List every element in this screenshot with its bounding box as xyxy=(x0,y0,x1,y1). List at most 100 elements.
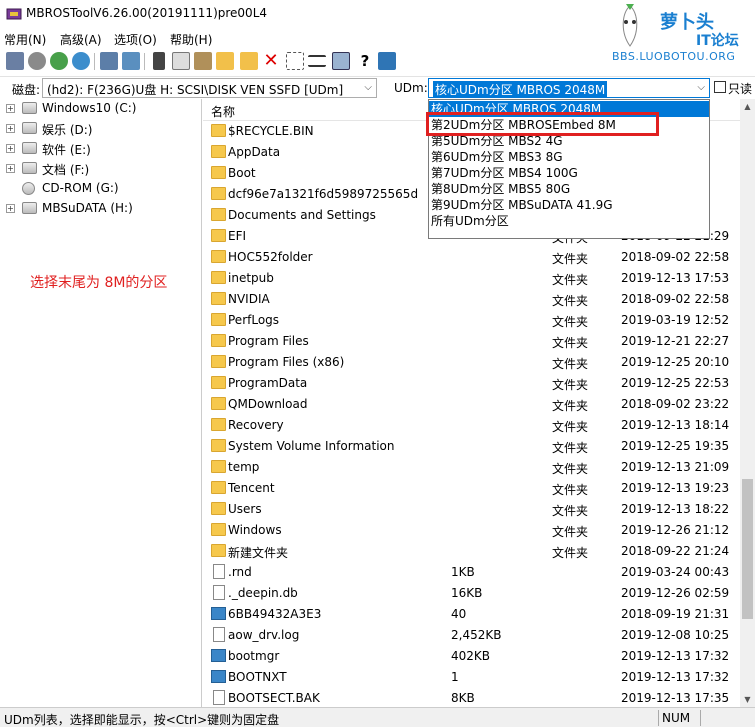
file-date: 2019-12-08 10:25 xyxy=(621,628,730,642)
expand-icon[interactable]: + xyxy=(6,124,15,133)
help-icon[interactable]: ? xyxy=(356,52,374,70)
scroll-up-icon[interactable]: ▲ xyxy=(740,99,755,114)
drive-icon xyxy=(22,142,37,154)
menu-options[interactable]: 选项(O) xyxy=(114,31,157,48)
file-name: AppData xyxy=(228,145,281,159)
file-row[interactable]: QMDownload 文件夹 2018-09-02 23:22 xyxy=(203,394,740,415)
column-header-name[interactable]: 名称 xyxy=(211,103,235,120)
file-type: 文件夹 xyxy=(552,378,589,392)
tree-item-h[interactable]: + MBSuDATA (H:) xyxy=(0,199,200,219)
paste-icon[interactable] xyxy=(194,52,212,70)
file-row[interactable]: BOOTNXT 1 2019-12-13 17:32 xyxy=(203,667,740,688)
scroll-down-icon[interactable]: ▼ xyxy=(740,692,755,707)
file-name: aow_drv.log xyxy=(228,628,300,642)
folder-icon xyxy=(211,334,226,347)
select-icon[interactable] xyxy=(286,52,304,70)
disk-select[interactable]: (hd2): F(236G)U盘 H: SCSI\DISK VEN SSFD [… xyxy=(42,78,377,98)
file-type: 文件夹 xyxy=(552,315,589,329)
disk-icon[interactable] xyxy=(6,52,24,70)
disk-select-value: (hd2): F(236G)U盘 H: SCSI\DISK VEN SSFD [… xyxy=(47,83,344,97)
list-view-icon[interactable] xyxy=(308,55,326,67)
menu-common[interactable]: 常用(N) xyxy=(4,31,46,48)
status-separator xyxy=(700,710,701,726)
refresh-icon[interactable] xyxy=(50,52,68,70)
file-size: 1 xyxy=(451,670,459,684)
settings-icon[interactable] xyxy=(28,52,46,70)
file-type: 文件夹 xyxy=(552,294,589,308)
file-row[interactable]: System Volume Information 文件夹 2019-12-25 1… xyxy=(203,436,740,457)
file-row[interactable]: Windows 文件夹 2019-12-26 21:12 xyxy=(203,520,740,541)
chevron-down-icon: ⌵ xyxy=(364,82,372,93)
expand-icon[interactable]: + xyxy=(6,204,15,213)
file-row[interactable]: Users 文件夹 2019-12-13 18:22 xyxy=(203,499,740,520)
file-name: Users xyxy=(228,502,262,516)
file-name: PerfLogs xyxy=(228,313,280,327)
delete-icon[interactable]: ✕ xyxy=(262,52,280,70)
numlock-indicator: NUM xyxy=(662,711,691,725)
file-row[interactable]: ._deepin.db 16KB 2019-12-26 02:59 xyxy=(203,583,740,604)
logo-url: BBS.LUOBOTOU.ORG xyxy=(612,50,736,63)
file-row[interactable]: bootmgr 402KB 2019-12-13 17:32 xyxy=(203,646,740,667)
cut-icon[interactable] xyxy=(153,52,165,70)
system-file-icon xyxy=(211,670,226,683)
file-name: inetpub xyxy=(228,271,274,285)
udm-option[interactable]: 所有UDm分区 xyxy=(429,213,709,229)
folder-icon xyxy=(211,439,226,452)
file-size: 402KB xyxy=(451,649,491,663)
file-row[interactable]: Program Files 文件夹 2019-12-21 22:27 xyxy=(203,331,740,352)
file-row[interactable]: NVIDIA 文件夹 2018-09-02 22:58 xyxy=(203,289,740,310)
file-row[interactable]: .rnd 1KB 2019-03-24 00:43 xyxy=(203,562,740,583)
file-row[interactable]: ProgramData 文件夹 2019-12-25 22:53 xyxy=(203,373,740,394)
up-folder-icon[interactable] xyxy=(216,52,234,70)
vertical-scrollbar[interactable]: ▲ ▼ xyxy=(740,99,755,707)
expand-icon[interactable]: + xyxy=(6,144,15,153)
menu-advanced[interactable]: 高级(A) xyxy=(60,31,102,48)
copy-icon[interactable] xyxy=(172,52,190,70)
udm-select[interactable]: 核心UDm分区 MBROS 2048M ⌵ xyxy=(428,78,710,98)
file-size: 40 xyxy=(451,607,467,621)
udm-option[interactable]: 第6UDm分区 MBS3 8G xyxy=(429,149,709,165)
udm-option[interactable]: 第8UDm分区 MBS5 80G xyxy=(429,181,709,197)
file-date: 2018-09-19 21:31 xyxy=(621,607,730,621)
new-folder-icon[interactable] xyxy=(240,52,258,70)
details-view-icon[interactable] xyxy=(332,52,350,70)
file-name: Documents and Settings xyxy=(228,208,376,222)
file-row[interactable]: BOOTSECT.BAK 8KB 2019-12-13 17:35 xyxy=(203,688,740,707)
window-icon[interactable] xyxy=(100,52,118,70)
file-row[interactable]: PerfLogs 文件夹 2019-03-19 12:52 xyxy=(203,310,740,331)
folder-icon xyxy=(211,523,226,536)
expand-icon[interactable]: + xyxy=(6,164,15,173)
udm-option[interactable]: 第7UDm分区 MBS4 100G xyxy=(429,165,709,181)
menu-help[interactable]: 帮助(H) xyxy=(170,31,212,48)
file-type: 文件夹 xyxy=(552,336,589,350)
file-name: Program Files (x86) xyxy=(228,355,345,369)
file-type: 文件夹 xyxy=(552,525,589,539)
file-row[interactable]: Recovery 文件夹 2019-12-13 18:14 xyxy=(203,415,740,436)
folder-icon xyxy=(211,124,226,137)
tree-item-f[interactable]: + 文档 (F:) xyxy=(0,159,200,179)
tree-item-e[interactable]: + 软件 (E:) xyxy=(0,139,200,159)
file-row[interactable]: temp 文件夹 2019-12-13 21:09 xyxy=(203,457,740,478)
exit-icon[interactable] xyxy=(378,52,396,70)
file-row[interactable]: Tencent 文件夹 2019-12-13 19:23 xyxy=(203,478,740,499)
file-date: 2019-12-21 22:27 xyxy=(621,334,730,348)
scroll-thumb[interactable] xyxy=(742,479,753,619)
readonly-checkbox[interactable] xyxy=(714,81,726,93)
file-row[interactable]: inetpub 文件夹 2019-12-13 17:53 xyxy=(203,268,740,289)
expand-icon[interactable]: + xyxy=(6,104,15,113)
udm-option[interactable]: 第9UDm分区 MBSuDATA 41.9G xyxy=(429,197,709,213)
monitor-icon[interactable] xyxy=(122,52,140,70)
drive-tree: + Windows10 (C:) + 娱乐 (D:) + 软件 (E:) + 文… xyxy=(0,99,202,707)
globe-icon[interactable] xyxy=(72,52,90,70)
tree-item-c[interactable]: + Windows10 (C:) xyxy=(0,99,200,119)
file-row[interactable]: Program Files (x86) 文件夹 2019-12-25 20:10 xyxy=(203,352,740,373)
folder-icon xyxy=(211,544,226,557)
tree-item-label: Windows10 (C:) xyxy=(42,101,137,115)
tree-item-g[interactable]: CD-ROM (G:) xyxy=(0,179,200,199)
file-row[interactable]: HOC552folder 文件夹 2018-09-02 22:58 xyxy=(203,247,740,268)
tree-item-d[interactable]: + 娱乐 (D:) xyxy=(0,119,200,139)
file-row[interactable]: 新建文件夹 文件夹 2018-09-22 21:24 xyxy=(203,541,740,562)
folder-icon xyxy=(211,313,226,326)
file-row[interactable]: 6BB49432A3E3 40 2018-09-19 21:31 xyxy=(203,604,740,625)
file-row[interactable]: aow_drv.log 2,452KB 2019-12-08 10:25 xyxy=(203,625,740,646)
